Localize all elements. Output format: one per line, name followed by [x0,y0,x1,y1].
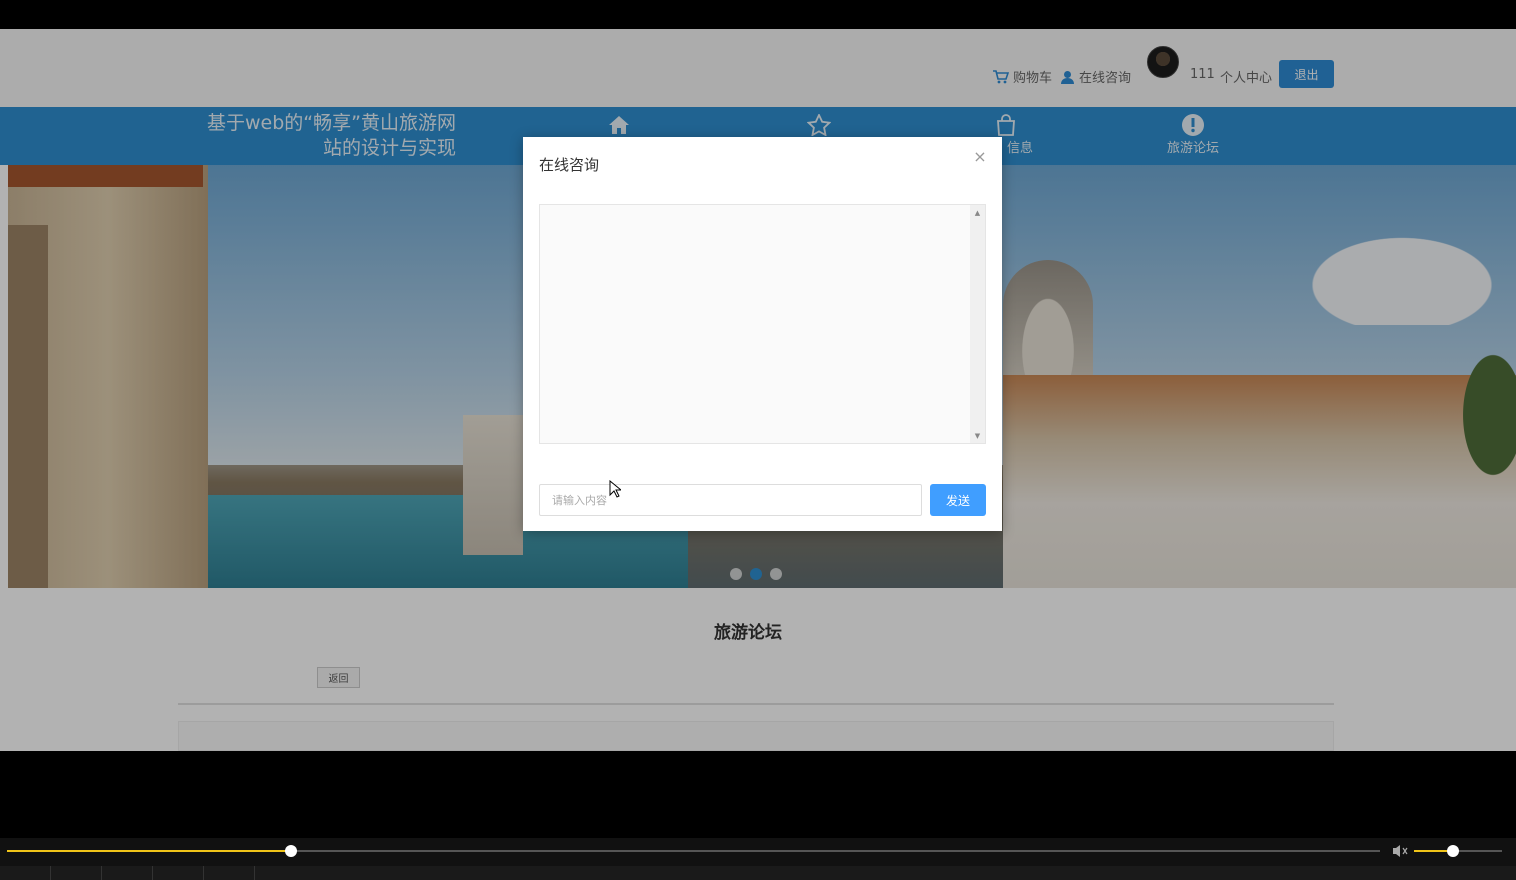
toolbar-slot[interactable] [51,866,102,880]
scroll-up-icon[interactable]: ▲ [970,205,985,220]
message-input[interactable] [539,484,922,516]
toolbar-slot[interactable] [204,866,255,880]
send-button[interactable]: 发送 [930,484,986,516]
website-viewport: 购物车 在线咨询 111 个人中心 退出 基于web的“畅享”黄山旅游网 站的设… [0,29,1516,751]
scroll-down-icon[interactable]: ▼ [970,428,985,443]
chat-history[interactable]: ▲ ▼ [539,204,986,444]
volume-slider[interactable] [1414,845,1502,857]
toolbar-slot[interactable] [0,866,51,880]
volume-icon[interactable] [1392,843,1408,859]
player-toolbar [0,866,1516,880]
consult-dialog: 在线咨询 × ▲ ▼ 发送 [523,137,1002,531]
progress-bar[interactable] [7,845,1380,857]
mouse-cursor-icon [609,480,621,498]
close-icon[interactable]: × [973,149,987,165]
dialog-title: 在线咨询 [539,156,600,174]
volume-handle[interactable] [1446,845,1459,857]
progress-fill [7,850,292,852]
progress-handle[interactable] [285,845,298,857]
screen: 购物车 在线咨询 111 个人中心 退出 基于web的“畅享”黄山旅游网 站的设… [0,0,1516,880]
video-player-controls [0,838,1516,880]
toolbar-slot[interactable] [102,866,153,880]
toolbar-slot[interactable] [153,866,204,880]
chat-scrollbar[interactable]: ▲ ▼ [970,205,985,443]
